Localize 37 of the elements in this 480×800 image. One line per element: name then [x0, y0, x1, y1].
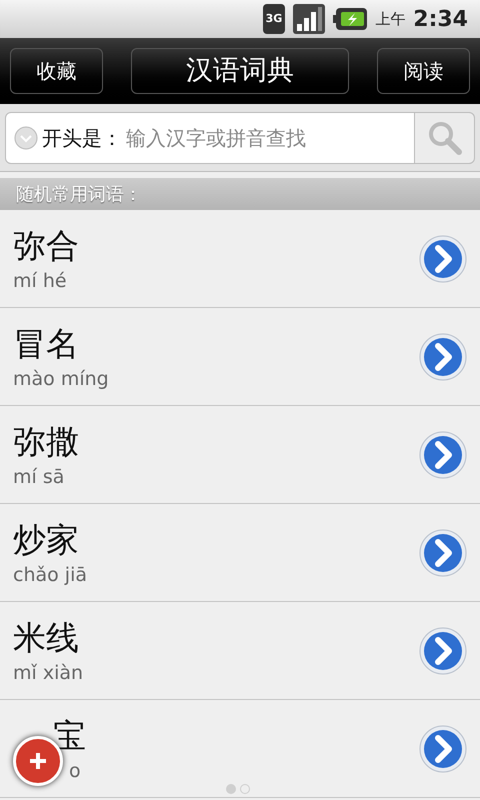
pinyin-text: mí hé — [13, 268, 68, 294]
chevron-right-icon[interactable] — [418, 528, 468, 578]
word-row[interactable]: 冒名 mào míng — [0, 308, 480, 406]
word-text: 宝 — [53, 714, 86, 756]
word-row[interactable]: 米线 mǐ xiàn — [0, 602, 480, 700]
chevron-right-icon[interactable] — [418, 234, 468, 284]
clock-time: 2:34 — [413, 6, 468, 34]
word-row[interactable]: 炒家 chǎo jiā — [0, 504, 480, 602]
pinyin-text: chǎo jiā — [13, 562, 87, 588]
pinyin-text: mí sā — [13, 464, 66, 490]
word-text: 炒家 — [13, 518, 80, 560]
pinyin-text: mào míng — [13, 366, 109, 392]
search-field[interactable]: 输入汉字或拼音查找 — [126, 122, 406, 152]
word-row[interactable]: 弥撒 mí sā — [0, 406, 480, 504]
search-prefix-label: 开头是： — [42, 124, 122, 152]
section-header: 随机常用词语： — [16, 182, 142, 206]
title-panel: 汉语词典 — [130, 48, 350, 94]
chevron-right-icon[interactable] — [418, 332, 468, 382]
network-type-label: 3G — [262, 4, 286, 34]
read-button[interactable]: 阅读 — [377, 48, 470, 94]
chevron-right-icon[interactable] — [418, 626, 468, 676]
pinyin-text: o — [69, 758, 82, 784]
chevron-right-icon[interactable] — [418, 430, 468, 480]
battery-icon — [333, 8, 368, 30]
word-text: 冒名 — [13, 322, 80, 364]
search-icon — [426, 120, 462, 156]
clock-period: 上午 — [375, 8, 406, 30]
word-text: 弥撒 — [13, 420, 79, 462]
word-text: 米线 — [13, 616, 80, 658]
plus-icon — [28, 751, 48, 771]
word-row[interactable]: 弥合 mí hé — [0, 210, 480, 308]
word-text: 弥合 — [13, 224, 79, 266]
signal-icon — [293, 4, 326, 34]
favorites-button[interactable]: 收藏 — [10, 48, 103, 94]
chevron-right-icon[interactable] — [418, 724, 468, 774]
search-bar[interactable]: 开头是： 输入汉字或拼音查找 — [5, 112, 415, 164]
pinyin-text: mǐ xiàn — [13, 660, 84, 686]
